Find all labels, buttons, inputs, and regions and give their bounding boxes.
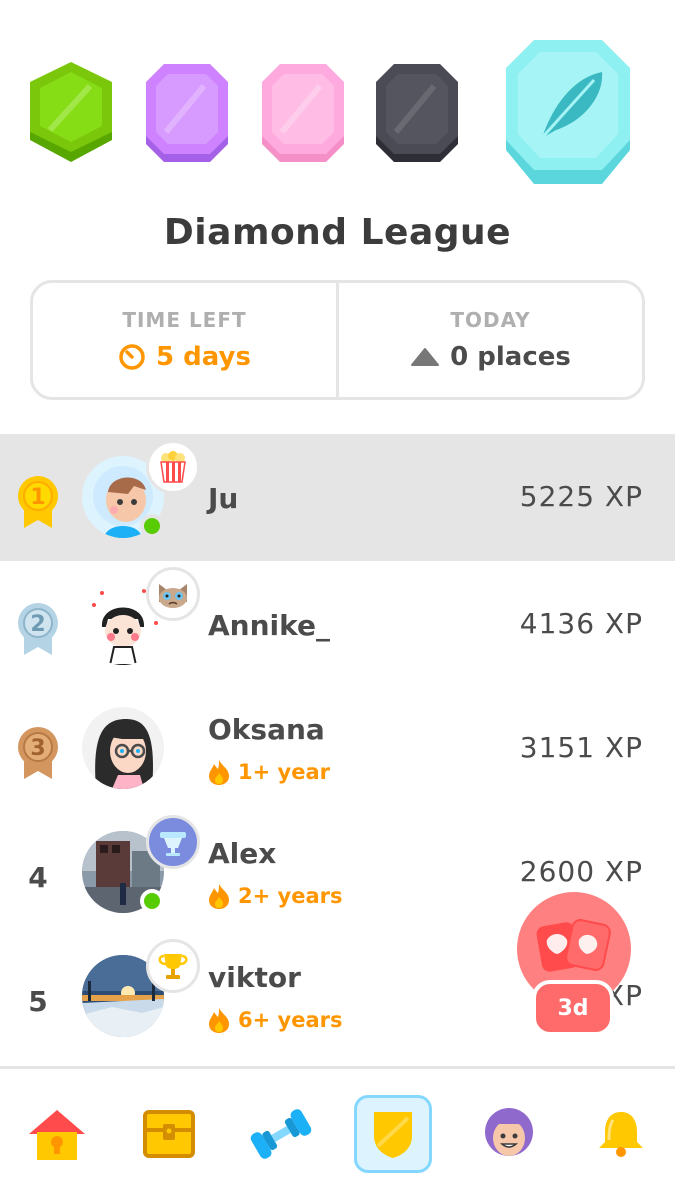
tab-home[interactable]: [18, 1095, 96, 1173]
streak-text: 1+ year: [238, 760, 330, 784]
streak-info: 6+ years: [208, 1007, 342, 1033]
silver-league-icon[interactable]: [142, 62, 232, 166]
house-icon: [29, 1110, 85, 1160]
streak-info: 1+ year: [208, 759, 330, 785]
league-stats-card: TIME LEFT 5 days TODAY 0 places: [30, 280, 645, 400]
time-left-value-row: 5 days: [118, 342, 251, 372]
cat-icon: [146, 567, 200, 621]
rank-4: 4: [14, 849, 62, 905]
rank-2-medal: 2: [14, 601, 62, 657]
rank-number: 1: [30, 485, 45, 510]
bronze-league-icon[interactable]: [26, 60, 116, 166]
today-label: TODAY: [450, 308, 531, 332]
avatar-icon: [485, 1108, 533, 1156]
rank-1-medal: 1: [14, 474, 62, 530]
streak-info: 2+ years: [208, 883, 342, 909]
user-xp: 4136 XP: [519, 607, 643, 640]
league-badges-row: [0, 0, 675, 200]
user-xp: 3151 XP: [519, 731, 643, 764]
time-left-stat: TIME LEFT 5 days: [33, 283, 336, 397]
flame-icon: [209, 760, 229, 785]
diamond-league-icon[interactable]: [502, 38, 634, 188]
user-name: viktor: [208, 961, 301, 994]
leaderboard-screen: Diamond League TIME LEFT 5 days TODAY 0 …: [0, 0, 675, 1200]
online-indicator: [140, 514, 164, 538]
tab-profile[interactable]: [470, 1095, 548, 1173]
gold-league-icon[interactable]: [258, 62, 348, 166]
rank-number: 2: [30, 612, 45, 637]
shield-icon: [374, 1112, 412, 1158]
rank-3-medal: 3: [14, 725, 62, 781]
leaderboard-row[interactable]: 1 Ju 5225 XP: [0, 434, 675, 561]
league-title: Diamond League: [163, 212, 512, 253]
today-value-row: 0 places: [410, 342, 571, 372]
user-xp: 2600 XP: [519, 855, 643, 888]
gold-trophy-icon: [146, 939, 200, 993]
time-left-value: 5 days: [156, 342, 251, 372]
obsidian-league-icon[interactable]: [372, 62, 462, 166]
rank-number: 5: [28, 984, 48, 1018]
quest-timer-pill[interactable]: 3d: [532, 980, 614, 1036]
tab-notifications[interactable]: [582, 1095, 660, 1173]
tab-chest[interactable]: [130, 1095, 208, 1173]
rank-number: 4: [28, 860, 48, 894]
triangle-up-icon: [411, 348, 440, 366]
bronze-medal-icon: 3: [18, 727, 58, 779]
leaderboard-row[interactable]: 3 Oksana 1+ year 3151 XP: [0, 685, 675, 809]
online-indicator: [140, 889, 164, 913]
flame-icon: [209, 884, 229, 909]
trophy-cup-icon: [146, 815, 200, 869]
rank-5: 5: [14, 973, 62, 1029]
rank-number: 3: [30, 736, 45, 761]
flame-icon: [209, 1008, 229, 1033]
dumbbell-icon: [250, 1109, 312, 1159]
bell-icon: [599, 1112, 643, 1157]
streak-text: 6+ years: [238, 1008, 343, 1032]
user-xp: 5225 XP: [519, 480, 643, 513]
gold-medal-icon: 1: [18, 476, 58, 528]
avatar[interactable]: [82, 707, 164, 789]
leaderboard-row[interactable]: 2 Annike_ 4136 XP: [0, 561, 675, 685]
timer-icon: [119, 344, 145, 370]
streak-text: 2+ years: [238, 884, 343, 908]
silver-medal-icon: 2: [18, 603, 58, 655]
user-name: Ju: [208, 482, 239, 515]
user-name: Oksana: [208, 713, 325, 746]
popcorn-icon: [146, 440, 200, 494]
tab-leagues[interactable]: [354, 1095, 432, 1173]
bottom-tab-bar: [0, 1066, 675, 1200]
user-name: Alex: [208, 837, 277, 870]
treasure-chest-icon: [143, 1110, 195, 1158]
today-stat: TODAY 0 places: [336, 283, 642, 397]
tab-practice[interactable]: [242, 1095, 320, 1173]
user-name: Annike_: [208, 609, 330, 642]
time-left-label: TIME LEFT: [122, 308, 247, 332]
today-value: 0 places: [450, 342, 571, 372]
